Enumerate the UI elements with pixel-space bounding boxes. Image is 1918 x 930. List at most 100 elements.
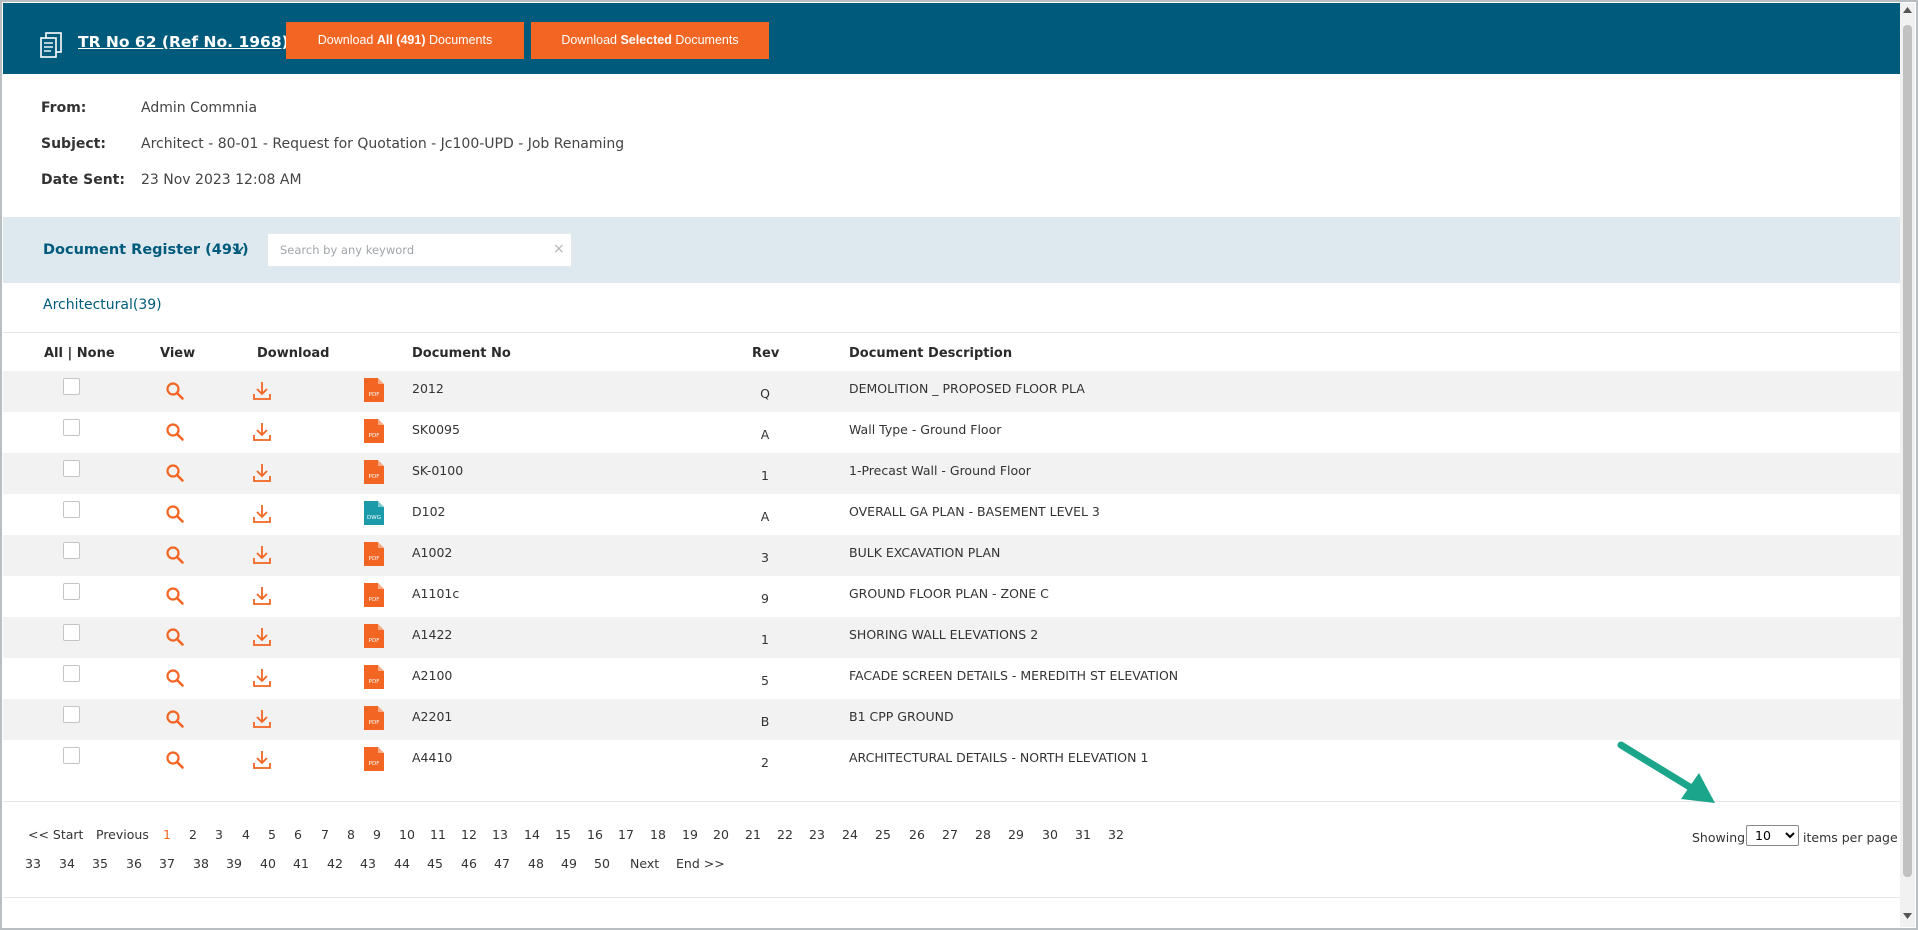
view-search-icon[interactable]	[165, 545, 185, 565]
download-icon[interactable]	[252, 462, 272, 484]
pagination-page-24[interactable]: 24	[842, 827, 858, 842]
pagination-page-3[interactable]: 3	[215, 827, 223, 842]
items-per-page-select[interactable]: 10	[1746, 825, 1799, 846]
pagination-page-46[interactable]: 46	[461, 856, 477, 871]
transmittal-title-link[interactable]: TR No 62 (Ref No. 1968)	[78, 33, 289, 51]
pagination-page-17[interactable]: 17	[618, 827, 634, 842]
download-icon[interactable]	[252, 503, 272, 525]
scroll-down-icon[interactable]	[1903, 913, 1912, 919]
row-checkbox[interactable]	[63, 665, 80, 682]
view-search-icon[interactable]	[165, 750, 185, 770]
pagination-page-35[interactable]: 35	[92, 856, 108, 871]
pagination-page-8[interactable]: 8	[347, 827, 355, 842]
pagination-page-26[interactable]: 26	[909, 827, 925, 842]
pagination-next-link[interactable]: Next	[630, 856, 659, 871]
pagination-page-19[interactable]: 19	[682, 827, 698, 842]
pagination-page-49[interactable]: 49	[561, 856, 577, 871]
pagination-start-link[interactable]: << Start	[28, 827, 83, 842]
category-link-architectural[interactable]: Architectural(39)	[43, 297, 162, 313]
pagination-page-43[interactable]: 43	[360, 856, 376, 871]
pagination-page-44[interactable]: 44	[394, 856, 410, 871]
pagination-page-2[interactable]: 2	[189, 827, 197, 842]
pagination-page-1[interactable]: 1	[163, 827, 171, 842]
pdf-file-icon: PDF	[364, 665, 384, 689]
pagination-page-33[interactable]: 33	[25, 856, 41, 871]
view-search-icon[interactable]	[165, 463, 185, 483]
pagination-page-36[interactable]: 36	[126, 856, 142, 871]
view-search-icon[interactable]	[165, 668, 185, 688]
pagination-page-14[interactable]: 14	[524, 827, 540, 842]
download-icon[interactable]	[252, 585, 272, 607]
pagination-page-48[interactable]: 48	[528, 856, 544, 871]
download-icon[interactable]	[252, 380, 272, 402]
pagination-page-25[interactable]: 25	[875, 827, 891, 842]
download-icon[interactable]	[252, 421, 272, 443]
pagination-page-5[interactable]: 5	[268, 827, 276, 842]
row-checkbox[interactable]	[63, 419, 80, 436]
pagination-page-10[interactable]: 10	[399, 827, 415, 842]
scroll-up-icon[interactable]	[1903, 7, 1912, 13]
row-checkbox[interactable]	[63, 460, 80, 477]
row-checkbox[interactable]	[63, 542, 80, 559]
download-icon[interactable]	[252, 708, 272, 730]
view-search-icon[interactable]	[165, 709, 185, 729]
pagination-page-42[interactable]: 42	[327, 856, 343, 871]
pagination-page-9[interactable]: 9	[373, 827, 381, 842]
pagination-page-23[interactable]: 23	[809, 827, 825, 842]
pagination-page-11[interactable]: 11	[430, 827, 446, 842]
download-icon[interactable]	[252, 667, 272, 689]
pagination-page-27[interactable]: 27	[942, 827, 958, 842]
view-search-icon[interactable]	[165, 504, 185, 524]
pagination-page-15[interactable]: 15	[555, 827, 571, 842]
clear-search-icon[interactable]: ×	[553, 241, 565, 257]
row-checkbox[interactable]	[63, 624, 80, 641]
pagination-page-31[interactable]: 31	[1075, 827, 1091, 842]
pagination-page-30[interactable]: 30	[1042, 827, 1058, 842]
row-checkbox[interactable]	[63, 706, 80, 723]
pagination-page-29[interactable]: 29	[1008, 827, 1024, 842]
pagination-page-40[interactable]: 40	[260, 856, 276, 871]
download-icon[interactable]	[252, 544, 272, 566]
pagination-page-41[interactable]: 41	[293, 856, 309, 871]
pagination-page-6[interactable]: 6	[294, 827, 302, 842]
chevron-down-icon[interactable]	[231, 244, 245, 256]
pagination-page-4[interactable]: 4	[242, 827, 250, 842]
pagination-page-39[interactable]: 39	[226, 856, 242, 871]
row-checkbox[interactable]	[63, 378, 80, 395]
view-search-icon[interactable]	[165, 586, 185, 606]
pagination-previous-link[interactable]: Previous	[96, 827, 149, 842]
download-icon[interactable]	[252, 626, 272, 648]
document-description-cell: DEMOLITION _ PROPOSED FLOOR PLA	[849, 381, 1085, 396]
pagination-page-16[interactable]: 16	[587, 827, 603, 842]
pagination-page-18[interactable]: 18	[650, 827, 666, 842]
vertical-scrollbar[interactable]	[1900, 3, 1915, 927]
pagination-page-34[interactable]: 34	[59, 856, 75, 871]
pagination-page-32[interactable]: 32	[1108, 827, 1124, 842]
pagination-page-20[interactable]: 20	[713, 827, 729, 842]
pagination-page-47[interactable]: 47	[494, 856, 510, 871]
select-all-none-header[interactable]: All | None	[44, 346, 115, 361]
pagination-page-21[interactable]: 21	[745, 827, 761, 842]
download-all-button[interactable]: Download All (491) Documents	[286, 22, 524, 59]
pagination-page-38[interactable]: 38	[193, 856, 209, 871]
row-checkbox[interactable]	[63, 501, 80, 518]
pagination-page-45[interactable]: 45	[427, 856, 443, 871]
pagination-page-37[interactable]: 37	[159, 856, 175, 871]
search-input[interactable]	[268, 234, 548, 266]
view-search-icon[interactable]	[165, 627, 185, 647]
row-checkbox[interactable]	[63, 747, 80, 764]
pagination-page-28[interactable]: 28	[975, 827, 991, 842]
pagination-page-12[interactable]: 12	[461, 827, 477, 842]
row-checkbox[interactable]	[63, 583, 80, 600]
view-search-icon[interactable]	[165, 422, 185, 442]
download-selected-button[interactable]: Download Selected Documents	[531, 22, 769, 59]
pagination-page-50[interactable]: 50	[594, 856, 610, 871]
scrollbar-thumb[interactable]	[1903, 25, 1912, 877]
download-icon[interactable]	[252, 749, 272, 771]
document-register-title[interactable]: Document Register (491)	[43, 242, 249, 258]
view-search-icon[interactable]	[165, 381, 185, 401]
pagination-page-22[interactable]: 22	[777, 827, 793, 842]
pagination-page-7[interactable]: 7	[321, 827, 329, 842]
pagination-end-link[interactable]: End >>	[676, 856, 725, 871]
pagination-page-13[interactable]: 13	[492, 827, 508, 842]
